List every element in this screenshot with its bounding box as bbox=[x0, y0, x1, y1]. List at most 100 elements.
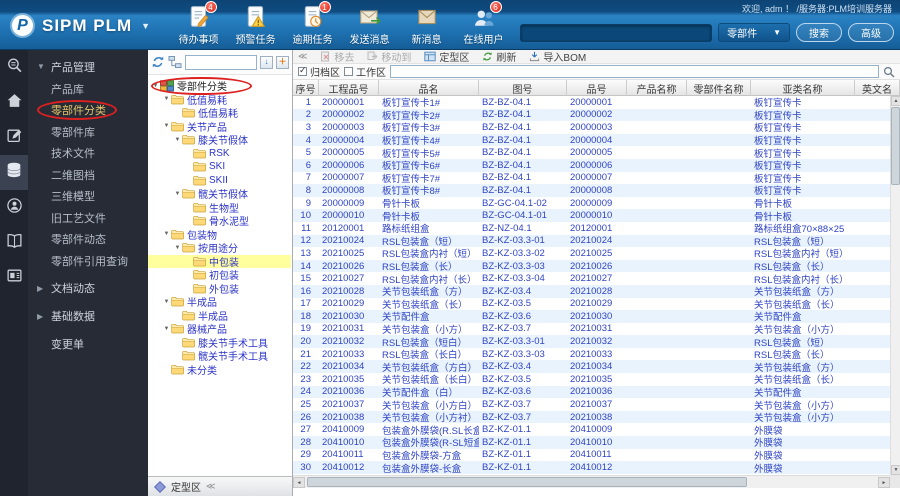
table-row[interactable]: 4 20000004 板钉宣传卡4# BZ-BZ-04.1 20000004 板钉宣传卡 bbox=[293, 133, 890, 147]
tree-node-0[interactable]: ▼ 零部件分类 bbox=[148, 79, 291, 93]
tree-node-5[interactable]: RSK bbox=[148, 147, 291, 161]
rail-item-panel[interactable] bbox=[0, 260, 28, 295]
tree-search-input[interactable] bbox=[185, 54, 257, 70]
vertical-scroll-thumb[interactable] bbox=[891, 107, 900, 185]
magnifier-icon[interactable] bbox=[883, 66, 895, 78]
tree-node-13[interactable]: 中包装 bbox=[148, 254, 291, 269]
tree-expanded-icon[interactable]: ▼ bbox=[173, 245, 182, 251]
advanced-search-button[interactable]: 高级 bbox=[848, 23, 894, 42]
table-row[interactable]: 5 20000005 板钉宣传卡5# BZ-BZ-04.1 20000005 板钉宣传卡 bbox=[293, 146, 890, 159]
header-tool-new-message[interactable]: 新消息 bbox=[398, 5, 455, 46]
table-row[interactable]: 6 20000006 板钉宣传卡6# BZ-BZ-04.1 20000006 板钉宣传卡 bbox=[293, 158, 890, 172]
tree-node-8[interactable]: ▼ 髋关节假体 bbox=[148, 187, 291, 201]
tree-hierarchy-icon[interactable] bbox=[168, 55, 182, 69]
rail-item-support[interactable] bbox=[0, 190, 28, 225]
tree-node-16[interactable]: ▼ 半成品 bbox=[148, 295, 291, 309]
tree-node-19[interactable]: 膝关节手术工具 bbox=[148, 336, 291, 350]
table-row[interactable]: 15 20210027 RSL包装盒内衬（长） BZ-KZ-03.3-04 202100… bbox=[293, 272, 890, 285]
move-to-button[interactable]: 移动到 bbox=[367, 49, 411, 64]
tree-node-6[interactable]: SKI bbox=[148, 160, 291, 174]
table-row[interactable]: 20 20210032 RSL包装盒（短白） BZ-KZ-03.3-01 2021003… bbox=[293, 335, 890, 348]
fixed-zone-button[interactable]: 定型区 bbox=[424, 49, 469, 64]
table-row[interactable]: 16 20210028 关节包装纸盒（方） BZ-KZ-03.4 20210028 关节包… bbox=[293, 284, 890, 298]
scroll-down-icon[interactable]: ▼ bbox=[891, 465, 900, 475]
table-row[interactable]: 23 20210035 关节包装纸盒（长白） BZ-KZ-03.5 20210035 关节… bbox=[293, 373, 890, 386]
table-row[interactable]: 18 20210030 关节配件盒 BZ-KZ-03.6 20210030 关节配件盒 bbox=[293, 310, 890, 323]
import-bom-button[interactable]: 导入BOM bbox=[529, 49, 586, 64]
table-row[interactable]: 29 20410011 包装盒外膜袋-方盒 BZ-KZ-01.1 20410011 外膜袋 bbox=[293, 449, 890, 461]
rail-item-database[interactable] bbox=[0, 155, 28, 190]
table-row[interactable]: 17 20210029 关节包装纸盒（长） BZ-KZ-03.5 20210029 关节包… bbox=[293, 298, 890, 310]
tree-search-next-button[interactable]: ↓ bbox=[260, 55, 273, 69]
table-row[interactable]: 27 20410009 包装盒外膜袋(R.SL长盒) BZ-KZ-01.1 204100… bbox=[293, 423, 890, 436]
menu-item-3[interactable]: 零部件库 bbox=[28, 121, 148, 143]
tree-node-21[interactable]: 未分类 bbox=[148, 363, 291, 377]
table-row[interactable]: 26 20210038 关节包装盒（小方衬） BZ-KZ-03.7 20210038 关节… bbox=[293, 410, 890, 424]
table-row[interactable]: 2 20000002 板钉宣传卡2# BZ-BZ-04.1 20000002 板钉宣传卡 bbox=[293, 108, 890, 122]
refresh-button[interactable]: 刷新 bbox=[482, 49, 516, 64]
menu-item-7[interactable]: 旧工艺文件 bbox=[28, 207, 148, 229]
tree-node-15[interactable]: 外包装 bbox=[148, 282, 291, 296]
menu-group-0[interactable]: ▼ 产品管理 bbox=[28, 55, 148, 78]
remove-button[interactable]: 移去 bbox=[320, 49, 354, 64]
menu-group-12[interactable]: 变更单 bbox=[28, 333, 148, 356]
column-header-3[interactable]: 图号 bbox=[479, 80, 567, 96]
tree-add-button[interactable]: ＋ bbox=[276, 55, 289, 69]
column-header-7[interactable]: 亚类名称 bbox=[751, 80, 855, 96]
tree-node-3[interactable]: ▼ 关节产品 bbox=[148, 120, 291, 134]
column-header-5[interactable]: 产品名称 bbox=[627, 80, 687, 96]
menu-item-5[interactable]: 二维图档 bbox=[28, 164, 148, 186]
tree-node-18[interactable]: ▼ 器械产品 bbox=[148, 322, 291, 336]
header-tool-send-message[interactable]: 发送消息 bbox=[341, 5, 398, 46]
header-tool-online-users[interactable]: 6 在线用户 bbox=[455, 1, 512, 46]
tree-expanded-icon[interactable]: ▼ bbox=[162, 326, 171, 332]
table-row[interactable]: 25 20210037 关节包装盒（小方白） BZ-KZ-03.7 20210037 关节… bbox=[293, 398, 890, 411]
work-zone-checkbox[interactable] bbox=[344, 67, 353, 76]
menu-item-1[interactable]: 产品库 bbox=[28, 78, 148, 100]
tree-node-14[interactable]: 初包装 bbox=[148, 268, 291, 282]
table-row[interactable]: 8 20000008 板钉宣传卡8# BZ-BZ-04.1 20000008 板钉宣传卡 bbox=[293, 184, 890, 197]
menu-item-6[interactable]: 三维模型 bbox=[28, 186, 148, 208]
table-row[interactable]: 3 20000003 板钉宣传卡3# BZ-BZ-04.1 20000003 板钉宣传卡 bbox=[293, 121, 890, 134]
tree-node-11[interactable]: ▼ 包装物 bbox=[148, 228, 291, 242]
menu-item-9[interactable]: 零部件引用查询 bbox=[28, 250, 148, 272]
tree-node-20[interactable]: 髋关节手术工具 bbox=[148, 349, 291, 363]
menu-group-11[interactable]: ▶ 基础数据 bbox=[28, 305, 148, 328]
table-row[interactable]: 12 20210024 RSL包装盒（短） BZ-KZ-03.3-01 20210024… bbox=[293, 234, 890, 248]
tree-expanded-icon[interactable]: ▼ bbox=[162, 231, 171, 237]
header-tool-alert-task[interactable]: 预警任务 bbox=[227, 5, 284, 46]
column-header-2[interactable]: 品名 bbox=[379, 80, 479, 96]
app-logo[interactable]: P SIPM PLM ▼ bbox=[10, 13, 150, 38]
tree-expanded-icon[interactable]: ▼ bbox=[173, 137, 182, 143]
tree-expanded-icon[interactable]: ▼ bbox=[173, 191, 182, 197]
work-zone-checkbox-group[interactable]: 工作区 bbox=[344, 64, 386, 79]
tree-expanded-icon[interactable]: ▼ bbox=[151, 83, 160, 89]
scroll-up-icon[interactable]: ▲ bbox=[891, 96, 900, 106]
tree-expanded-icon[interactable]: ▼ bbox=[162, 299, 171, 305]
tree-node-17[interactable]: 半成品 bbox=[148, 309, 291, 323]
tree-node-2[interactable]: 低值易耗 bbox=[148, 106, 291, 120]
tree-node-9[interactable]: 生物型 bbox=[148, 201, 291, 215]
filter-input[interactable] bbox=[390, 65, 879, 78]
table-row[interactable]: 19 20210031 关节包装盒（小方） BZ-KZ-03.7 20210031 关节包… bbox=[293, 323, 890, 335]
column-header-8[interactable]: 英文名 bbox=[855, 80, 900, 96]
horizontal-scrollbar[interactable]: ◄ ► bbox=[293, 475, 890, 488]
logo-caret-down-icon[interactable]: ▼ bbox=[141, 21, 150, 31]
table-row[interactable]: 21 20210033 RSL包装盒（长白） BZ-KZ-03.3-03 2021003… bbox=[293, 348, 890, 361]
column-header-0[interactable]: 序号 bbox=[293, 80, 319, 96]
menu-item-4[interactable]: 技术文件 bbox=[28, 143, 148, 165]
footer-collapse-icon[interactable]: ≪ bbox=[206, 481, 215, 492]
table-row[interactable]: 1 20000001 板钉宣传卡1# BZ-BZ-04.1 20000001 板钉宣传卡 bbox=[293, 96, 890, 109]
column-header-6[interactable]: 零部件名称 bbox=[687, 80, 751, 96]
table-row[interactable]: 13 20210025 RSL包装盒内衬（短） BZ-KZ-03.3-02 202100… bbox=[293, 247, 890, 260]
vertical-scrollbar[interactable]: ▲ ▼ bbox=[890, 96, 900, 475]
global-search-input[interactable] bbox=[520, 23, 713, 42]
scroll-left-icon[interactable]: ◄ bbox=[293, 477, 305, 488]
table-row[interactable]: 7 20000007 板钉宣传卡7# BZ-BZ-04.1 20000007 板钉宣传卡 bbox=[293, 172, 890, 184]
horizontal-scroll-thumb[interactable] bbox=[307, 477, 747, 487]
tree-node-12[interactable]: ▼ 按用途分 bbox=[148, 241, 291, 255]
column-header-4[interactable]: 品号 bbox=[567, 80, 627, 96]
menu-item-8[interactable]: 零部件动态 bbox=[28, 229, 148, 251]
tree-refresh-icon[interactable] bbox=[151, 55, 165, 69]
tree-expanded-icon[interactable]: ▼ bbox=[162, 96, 171, 102]
